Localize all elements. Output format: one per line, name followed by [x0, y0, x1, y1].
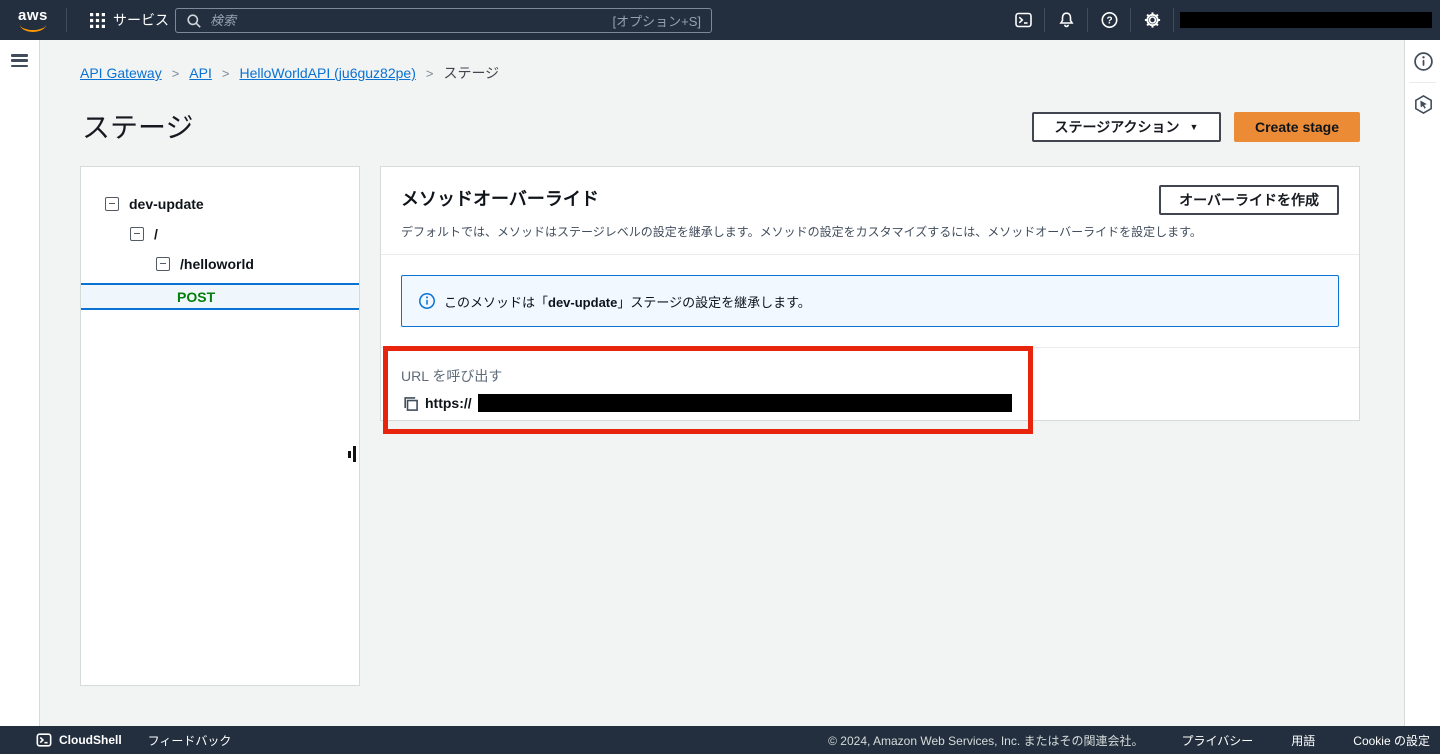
- alert-section: このメソッドは「dev-update」ステージの設定を継承します。: [381, 255, 1359, 347]
- tree-item-label: /helloworld: [180, 256, 254, 272]
- redacted-invoke-url: [477, 394, 1012, 412]
- app-grid-icon: [90, 12, 105, 28]
- search-shortcut-hint: [オプション+S]: [612, 14, 702, 29]
- tree-item-helloworld[interactable]: /helloworld: [81, 249, 359, 279]
- stage-actions-label: ステージアクション: [1054, 119, 1180, 135]
- copy-icon[interactable]: [401, 394, 419, 412]
- right-rail: [1404, 40, 1440, 726]
- nav-divider: [66, 8, 67, 32]
- footer-bar: CloudShell フィードバック © 2024, Amazon Web Se…: [0, 726, 1440, 754]
- services-menu-button[interactable]: サービス: [82, 0, 177, 40]
- cloudshell-icon: [36, 732, 52, 748]
- invoke-url-text: https://: [425, 395, 472, 411]
- alert-text: このメソッドは「dev-update」ステージの設定を継承します。: [444, 294, 811, 310]
- settings-gear-icon[interactable]: [1131, 0, 1173, 40]
- stage-actions-button[interactable]: ステージアクション ▼: [1032, 112, 1221, 142]
- services-label: サービス: [113, 12, 169, 28]
- tree-item-label: dev-update: [129, 196, 204, 212]
- cloudshell-label: CloudShell: [59, 733, 122, 747]
- tree-item-post-method-selected[interactable]: POST: [81, 283, 359, 310]
- breadcrumb-api[interactable]: API: [189, 65, 212, 81]
- resources-hexagon-icon[interactable]: [1405, 83, 1440, 125]
- invoke-url-row: https://: [401, 394, 1339, 412]
- breadcrumb-api-gateway[interactable]: API Gateway: [80, 65, 162, 81]
- panel-header: メソッドオーバーライド デフォルトでは、メソッドはステージレベルの設定を継承しま…: [381, 167, 1359, 255]
- cookie-settings-link[interactable]: Cookie の設定: [1353, 732, 1430, 749]
- alert-stage-name: dev-update: [548, 294, 618, 310]
- info-icon: [418, 292, 436, 310]
- cloudshell-footer-button[interactable]: CloudShell: [36, 732, 122, 748]
- page-title: ステージ: [82, 112, 194, 143]
- chevron-right-icon: >: [221, 65, 230, 81]
- invoke-url-section: URL を呼び出す https://: [381, 347, 1359, 412]
- create-stage-button[interactable]: Create stage: [1234, 112, 1360, 142]
- nav-right-controls: ?: [1002, 0, 1432, 40]
- cloudshell-icon[interactable]: [1002, 0, 1044, 40]
- top-navigation-bar: aws サービス [オプション+S]: [0, 0, 1440, 40]
- terms-link[interactable]: 用語: [1291, 732, 1315, 749]
- aws-smile-icon: [20, 23, 46, 32]
- svg-text:?: ?: [1106, 16, 1112, 27]
- breadcrumb-helloworldapi[interactable]: HelloWorldAPI (ju6guz82pe): [239, 65, 415, 81]
- search-icon: [186, 13, 202, 29]
- notifications-bell-icon[interactable]: [1045, 0, 1087, 40]
- breadcrumb: API Gateway > API > HelloWorldAPI (ju6gu…: [80, 63, 499, 83]
- collapse-toggle-icon[interactable]: [130, 227, 144, 241]
- chevron-right-icon: >: [171, 65, 180, 81]
- aws-logo-text: aws: [18, 7, 48, 24]
- info-alert: このメソッドは「dev-update」ステージの設定を継承します。: [401, 275, 1339, 327]
- collapse-toggle-icon[interactable]: [156, 257, 170, 271]
- caret-down-icon: ▼: [1189, 122, 1199, 132]
- create-override-button[interactable]: オーバーライドを作成: [1159, 185, 1339, 215]
- redacted-account-info: [1180, 12, 1432, 28]
- tree-item-stage[interactable]: dev-update: [81, 189, 359, 219]
- tree-item-root[interactable]: /: [81, 219, 359, 249]
- hamburger-menu-icon[interactable]: [11, 54, 28, 67]
- tree-item-label: /: [154, 226, 158, 242]
- info-panel-icon[interactable]: [1405, 40, 1440, 82]
- help-icon[interactable]: ?: [1088, 0, 1130, 40]
- copyright-text: © 2024, Amazon Web Services, Inc. またはその関…: [828, 733, 1144, 748]
- nav-divider: [1173, 8, 1174, 32]
- breadcrumb-current: ステージ: [443, 65, 500, 81]
- method-label: POST: [177, 288, 216, 305]
- panel-description: デフォルトでは、メソッドはステージレベルの設定を継承します。メソッドの設定をカス…: [401, 225, 1202, 239]
- left-rail: [0, 40, 40, 726]
- collapse-toggle-icon[interactable]: [105, 197, 119, 211]
- search-input[interactable]: [210, 13, 605, 28]
- method-override-panel: メソッドオーバーライド デフォルトでは、メソッドはステージレベルの設定を継承しま…: [380, 166, 1360, 421]
- aws-logo[interactable]: aws: [18, 8, 52, 32]
- chevron-right-icon: >: [425, 65, 434, 81]
- text-cursor-artifact: [348, 446, 358, 463]
- stage-resource-tree-panel: dev-update / /helloworld POST: [80, 166, 360, 686]
- feedback-link[interactable]: フィードバック: [148, 732, 232, 749]
- privacy-link[interactable]: プライバシー: [1182, 732, 1254, 749]
- global-search[interactable]: [オプション+S]: [175, 8, 712, 33]
- invoke-url-label: URL を呼び出す: [401, 368, 503, 384]
